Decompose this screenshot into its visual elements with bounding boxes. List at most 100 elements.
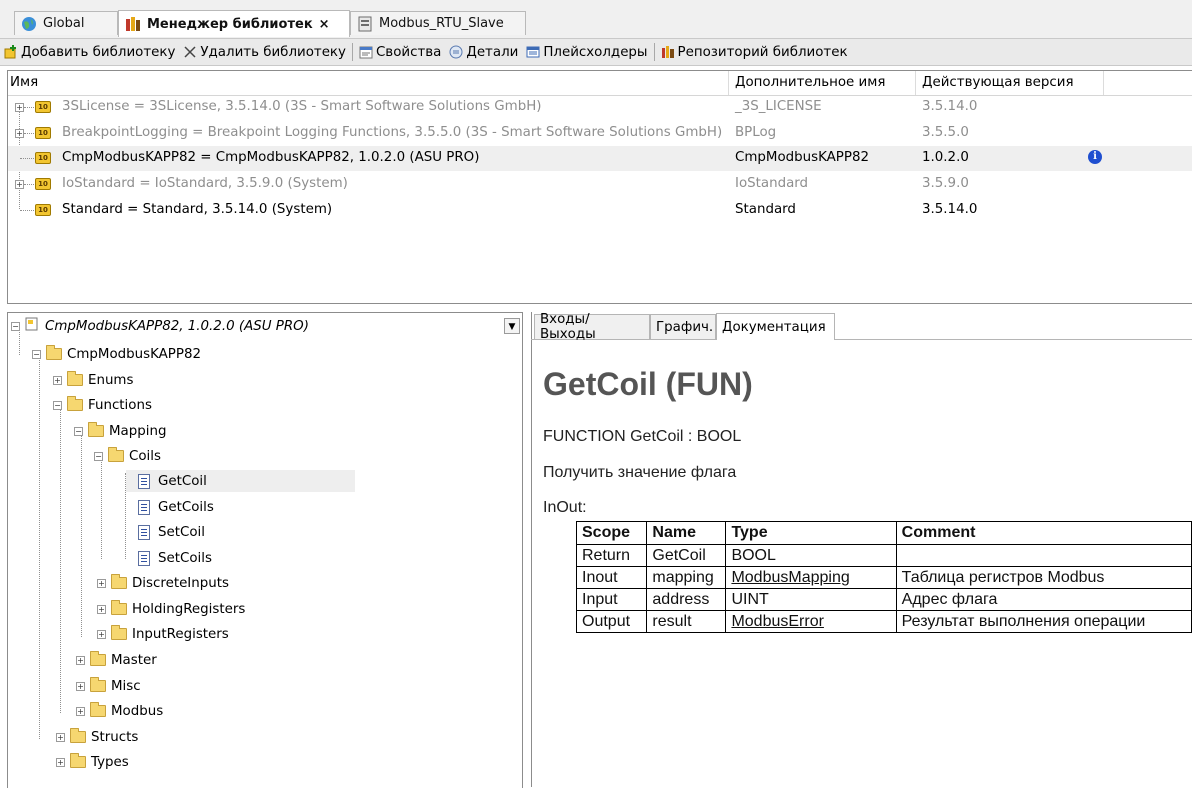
library-version: 3.5.9.0 bbox=[922, 176, 969, 191]
tree-node-mapping[interactable]: − Mapping bbox=[74, 420, 166, 442]
tree-node-types[interactable]: + Types bbox=[56, 751, 129, 773]
tree-guide-line bbox=[39, 353, 40, 739]
library-version: 1.0.2.0 bbox=[922, 150, 969, 165]
details-button[interactable]: Детали bbox=[445, 40, 522, 64]
column-header-alias[interactable]: Дополнительное имя bbox=[735, 75, 885, 90]
expand-icon[interactable]: + bbox=[97, 604, 106, 614]
library-version: 3.5.14.0 bbox=[922, 202, 978, 217]
collapse-icon[interactable]: − bbox=[11, 321, 20, 331]
tree-node-master[interactable]: + Master bbox=[76, 649, 157, 671]
tree-node-enums[interactable]: + Enums bbox=[53, 369, 133, 391]
library-doc-icon bbox=[25, 317, 39, 335]
tab-documentation[interactable]: Документация bbox=[716, 313, 835, 340]
tree-node-structs[interactable]: + Structs bbox=[56, 726, 138, 748]
type-link[interactable]: ModbusError bbox=[725, 610, 897, 633]
folder-icon bbox=[111, 600, 127, 615]
tree-node-discreteinputs[interactable]: + DiscreteInputs bbox=[97, 572, 229, 594]
cell-comment: Результат выполнения операции bbox=[895, 610, 1192, 633]
info-icon[interactable]: i bbox=[1088, 150, 1102, 164]
cell-name: address bbox=[646, 588, 727, 611]
library-row-3slicense[interactable]: + 10 3SLicense = 3SLicense, 3.5.14.0 (3S… bbox=[8, 95, 1192, 120]
column-header-version[interactable]: Действующая версия bbox=[922, 75, 1074, 90]
library-name: BreakpointLogging = Breakpoint Logging F… bbox=[62, 125, 723, 140]
tree-node-setcoils[interactable]: SetCoils bbox=[138, 547, 212, 569]
library-repository-button[interactable]: Репозиторий библиотек bbox=[657, 40, 852, 64]
tab-inputs-outputs[interactable]: Входы/Выходы bbox=[534, 312, 650, 342]
add-library-button[interactable]: Добавить библиотеку bbox=[0, 40, 179, 64]
table-row: Return GetCoil BOOL bbox=[575, 544, 1192, 567]
expand-icon[interactable]: + bbox=[15, 103, 24, 112]
tree-node-module[interactable]: − CmpModbusKAPP82 bbox=[32, 343, 201, 365]
tree-node-holdingregisters[interactable]: + HoldingRegisters bbox=[97, 598, 245, 620]
expand-icon[interactable]: + bbox=[56, 757, 65, 767]
table-row: Output result ModbusError Результат выпо… bbox=[575, 610, 1192, 633]
column-header-name[interactable]: Имя bbox=[10, 75, 38, 90]
library-content-tree: − CmpModbusKAPP82, 1.0.2.0 (ASU PRO) − C… bbox=[7, 312, 523, 788]
expand-icon[interactable]: + bbox=[53, 375, 62, 385]
tree-root-node[interactable]: − CmpModbusKAPP82, 1.0.2.0 (ASU PRO) bbox=[11, 315, 309, 337]
cell-comment bbox=[895, 544, 1192, 567]
expand-icon[interactable]: + bbox=[76, 706, 85, 716]
tree-node-modbus[interactable]: + Modbus bbox=[76, 700, 163, 722]
collapse-icon[interactable]: − bbox=[53, 400, 62, 410]
folder-icon bbox=[67, 396, 83, 411]
library-list: Имя Дополнительное имя Действующая верси… bbox=[7, 70, 1192, 304]
tab-modbus-rtu-slave[interactable]: Modbus_RTU_Slave bbox=[350, 11, 526, 35]
collapse-icon[interactable]: − bbox=[32, 349, 41, 359]
library-row-iostandard[interactable]: + 10 IoStandard = IoStandard, 3.5.9.0 (S… bbox=[8, 172, 1192, 197]
type-link[interactable]: ModbusMapping bbox=[725, 566, 897, 589]
library-row-standard[interactable]: 10 Standard = Standard, 3.5.14.0 (System… bbox=[8, 198, 1192, 223]
library-row-cmpmodbuskapp82[interactable]: 10 CmpModbusKAPP82 = CmpModbusKAPP82, 1.… bbox=[8, 146, 1192, 171]
tab-global-label: Global bbox=[43, 16, 85, 31]
tree-node-getcoils[interactable]: GetCoils bbox=[138, 496, 214, 518]
expand-icon[interactable]: + bbox=[56, 732, 65, 742]
tree-node-inputregisters[interactable]: + InputRegisters bbox=[97, 623, 229, 645]
library-name: CmpModbusKAPP82 = CmpModbusKAPP82, 1.0.2… bbox=[62, 150, 480, 165]
tab-graphic[interactable]: Графич. bbox=[650, 314, 716, 339]
tree-connector bbox=[24, 107, 34, 108]
tree-node-getcoil[interactable]: GetCoil bbox=[126, 470, 355, 492]
library-name: Standard = Standard, 3.5.14.0 (System) bbox=[62, 202, 333, 217]
column-divider[interactable] bbox=[1103, 71, 1104, 95]
remove-library-button[interactable]: Удалить библиотеку bbox=[179, 40, 350, 64]
tree-node-label: Structs bbox=[91, 729, 139, 745]
cell-scope: Inout bbox=[575, 566, 648, 589]
tree-node-functions[interactable]: − Functions bbox=[53, 394, 152, 416]
column-header-comment: Comment bbox=[895, 521, 1192, 545]
tree-guide-line bbox=[81, 431, 82, 637]
properties-icon bbox=[359, 45, 373, 59]
tree-node-label: Modbus bbox=[111, 703, 164, 719]
cell-type: BOOL bbox=[725, 544, 897, 567]
dropdown-arrow-icon[interactable]: ▼ bbox=[504, 318, 520, 334]
parameters-table: Scope Name Type Comment Return GetCoil B… bbox=[575, 521, 1192, 633]
expand-icon[interactable]: + bbox=[76, 655, 85, 665]
globe-icon bbox=[21, 16, 37, 32]
tree-connector bbox=[24, 133, 34, 134]
tab-library-manager[interactable]: Менеджер библиотек × bbox=[118, 10, 350, 37]
function-icon bbox=[138, 550, 150, 566]
expand-icon[interactable]: + bbox=[97, 578, 106, 588]
folder-icon bbox=[90, 702, 106, 717]
expand-icon[interactable]: + bbox=[15, 129, 24, 138]
tree-node-setcoil[interactable]: SetCoil bbox=[138, 521, 205, 543]
column-divider[interactable] bbox=[728, 71, 729, 95]
column-divider[interactable] bbox=[915, 71, 916, 95]
expand-icon[interactable]: + bbox=[76, 681, 85, 691]
close-tab-icon[interactable]: × bbox=[319, 17, 330, 32]
properties-button[interactable]: Свойства bbox=[355, 40, 445, 64]
tab-global[interactable]: Global bbox=[14, 11, 118, 35]
expand-icon[interactable]: + bbox=[15, 180, 24, 189]
placeholders-button[interactable]: Плейсхолдеры bbox=[522, 40, 651, 64]
details-label: Детали bbox=[466, 44, 519, 60]
tab-modbus-rtu-slave-label: Modbus_RTU_Slave bbox=[379, 16, 504, 31]
tree-node-label: SetCoil bbox=[158, 524, 205, 540]
collapse-icon[interactable]: − bbox=[74, 426, 83, 436]
tree-node-misc[interactable]: + Misc bbox=[76, 675, 141, 697]
library-alias: CmpModbusKAPP82 bbox=[735, 150, 869, 165]
library-icon: 10 bbox=[35, 127, 51, 139]
tree-node-coils[interactable]: − Coils bbox=[94, 445, 161, 467]
library-name: 3SLicense = 3SLicense, 3.5.14.0 (3S - Sm… bbox=[62, 99, 542, 114]
collapse-icon[interactable]: − bbox=[94, 451, 103, 461]
library-row-breakpointlogging[interactable]: + 10 BreakpointLogging = Breakpoint Logg… bbox=[8, 121, 1192, 146]
expand-icon[interactable]: + bbox=[97, 629, 106, 639]
